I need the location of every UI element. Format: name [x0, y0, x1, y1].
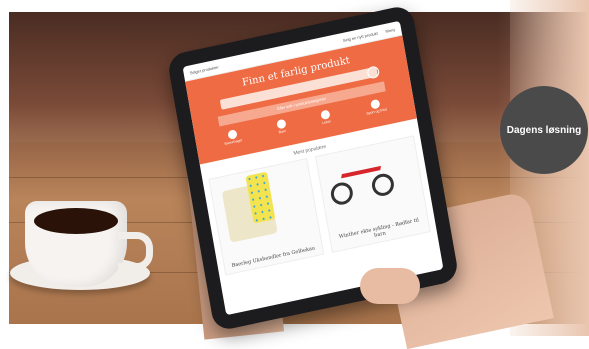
search-icon[interactable]	[366, 65, 381, 80]
product-card[interactable]: Winther ekte sykling - Rødfar til barn	[315, 135, 431, 253]
product-name: Winther ekte sykling - Rødfar til barn	[338, 217, 420, 241]
coffee	[34, 208, 118, 234]
nav-sell-link[interactable]: Selg en nytt produkt	[342, 30, 378, 42]
category-item[interactable]: Barnehager	[223, 128, 243, 146]
person-fingers	[360, 268, 420, 304]
badge-label: Dagens løsning	[506, 124, 582, 136]
category-item[interactable]: Leker	[320, 109, 331, 125]
nav-menu-link[interactable]: Meny	[385, 26, 395, 33]
product-name: Baerleg Ukshendler fra Gelbekau	[231, 245, 316, 269]
category-label: Sport og fritid	[366, 107, 388, 116]
category-label: Leker	[321, 119, 332, 126]
dagens-losning-badge: Dagens løsning	[500, 86, 588, 174]
category-item[interactable]: Sport og fritid	[364, 98, 387, 116]
product-card[interactable]: Baerleg Ukshendler fra Gelbekau	[208, 157, 325, 276]
category-item[interactable]: Barn	[275, 118, 287, 135]
category-label: Barnehager	[224, 138, 243, 146]
category-label: Barn	[278, 128, 287, 135]
cup-handle	[118, 232, 153, 270]
nav-left-link[interactable]: Selger produkter	[189, 64, 219, 75]
